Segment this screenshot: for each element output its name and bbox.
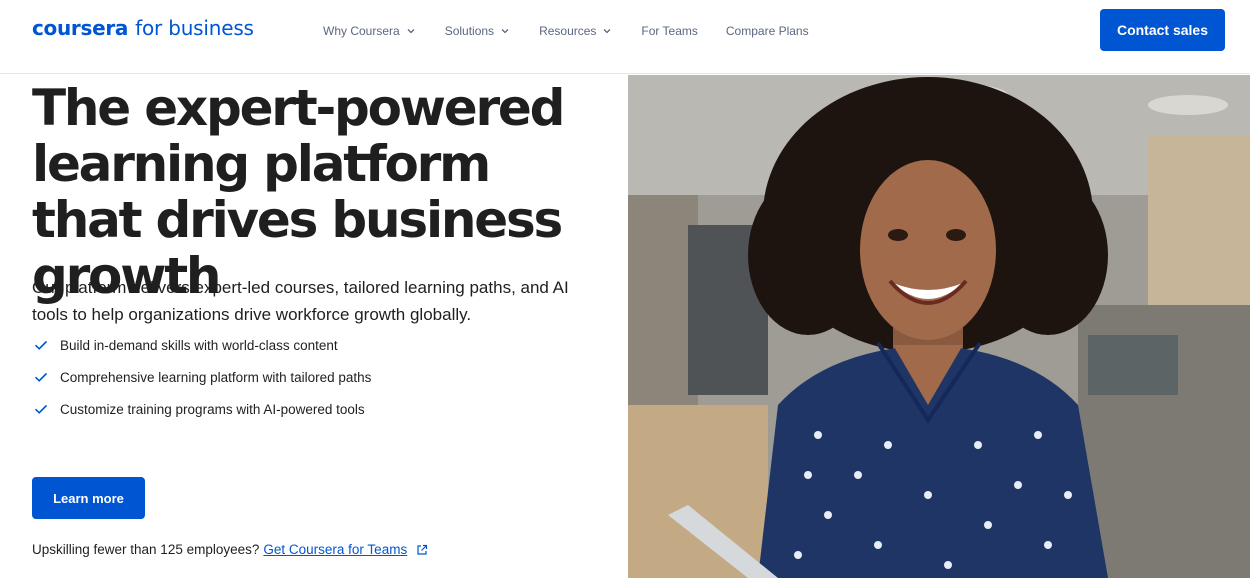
chevron-down-icon <box>407 29 415 34</box>
main-nav: Why Coursera Solutions Resources For Tea… <box>323 22 837 40</box>
nav-for-teams-label: For Teams <box>641 24 698 38</box>
nav-solutions-label: Solutions <box>444 24 495 38</box>
coursera-for-business-logo[interactable]: coursera for business <box>32 16 254 46</box>
feature-item-label: Customize training programs with AI-powe… <box>60 401 365 417</box>
check-icon <box>34 372 48 382</box>
nav-for-teams[interactable]: For Teams <box>641 24 697 38</box>
chevron-down-icon <box>501 29 509 34</box>
feature-item: Build in-demand skills with world-class … <box>34 334 371 356</box>
feature-item-label: Comprehensive learning platform with tai… <box>60 369 372 385</box>
coursera-for-teams-link[interactable]: Get Coursera for Teams <box>263 542 407 557</box>
footnote-text: Upskilling fewer than 125 employees? <box>32 542 260 557</box>
hero-photo-smiling-professional <box>628 75 1250 578</box>
feature-item: Comprehensive learning platform with tai… <box>34 366 371 388</box>
nav-compare-plans-label: Compare Plans <box>725 24 809 38</box>
learn-more-button[interactable]: Learn more <box>32 477 145 519</box>
nav-compare-plans[interactable]: Compare Plans <box>726 24 809 38</box>
nav-solutions[interactable]: Solutions <box>445 24 511 38</box>
feature-list: Build in-demand skills with world-class … <box>34 334 371 430</box>
external-link-icon[interactable] <box>416 544 428 556</box>
hero-description: Our platform delivers expert-led courses… <box>32 278 569 324</box>
feature-item: Customize training programs with AI-powe… <box>34 398 371 420</box>
chevron-down-icon <box>603 29 611 34</box>
site-header: coursera for business Why Coursera Solut… <box>0 0 1250 74</box>
hero-title: The expert-powered learning platform tha… <box>32 79 565 305</box>
nav-resources[interactable]: Resources <box>539 24 613 38</box>
feature-item-label: Build in-demand skills with world-class … <box>60 337 338 353</box>
teams-footnote: Upskilling fewer than 125 employees? Get… <box>32 542 428 557</box>
nav-resources-label: Resources <box>539 24 597 38</box>
hero-photo-illustration <box>628 75 1250 578</box>
logo-brand: coursera <box>32 16 129 40</box>
logo-suffix: for business <box>135 16 254 40</box>
nav-why-coursera[interactable]: Why Coursera <box>323 24 417 38</box>
nav-why-coursera-label: Why Coursera <box>323 24 400 38</box>
check-icon <box>34 340 48 350</box>
check-icon <box>34 404 48 414</box>
contact-sales-button[interactable]: Contact sales <box>1100 9 1225 51</box>
